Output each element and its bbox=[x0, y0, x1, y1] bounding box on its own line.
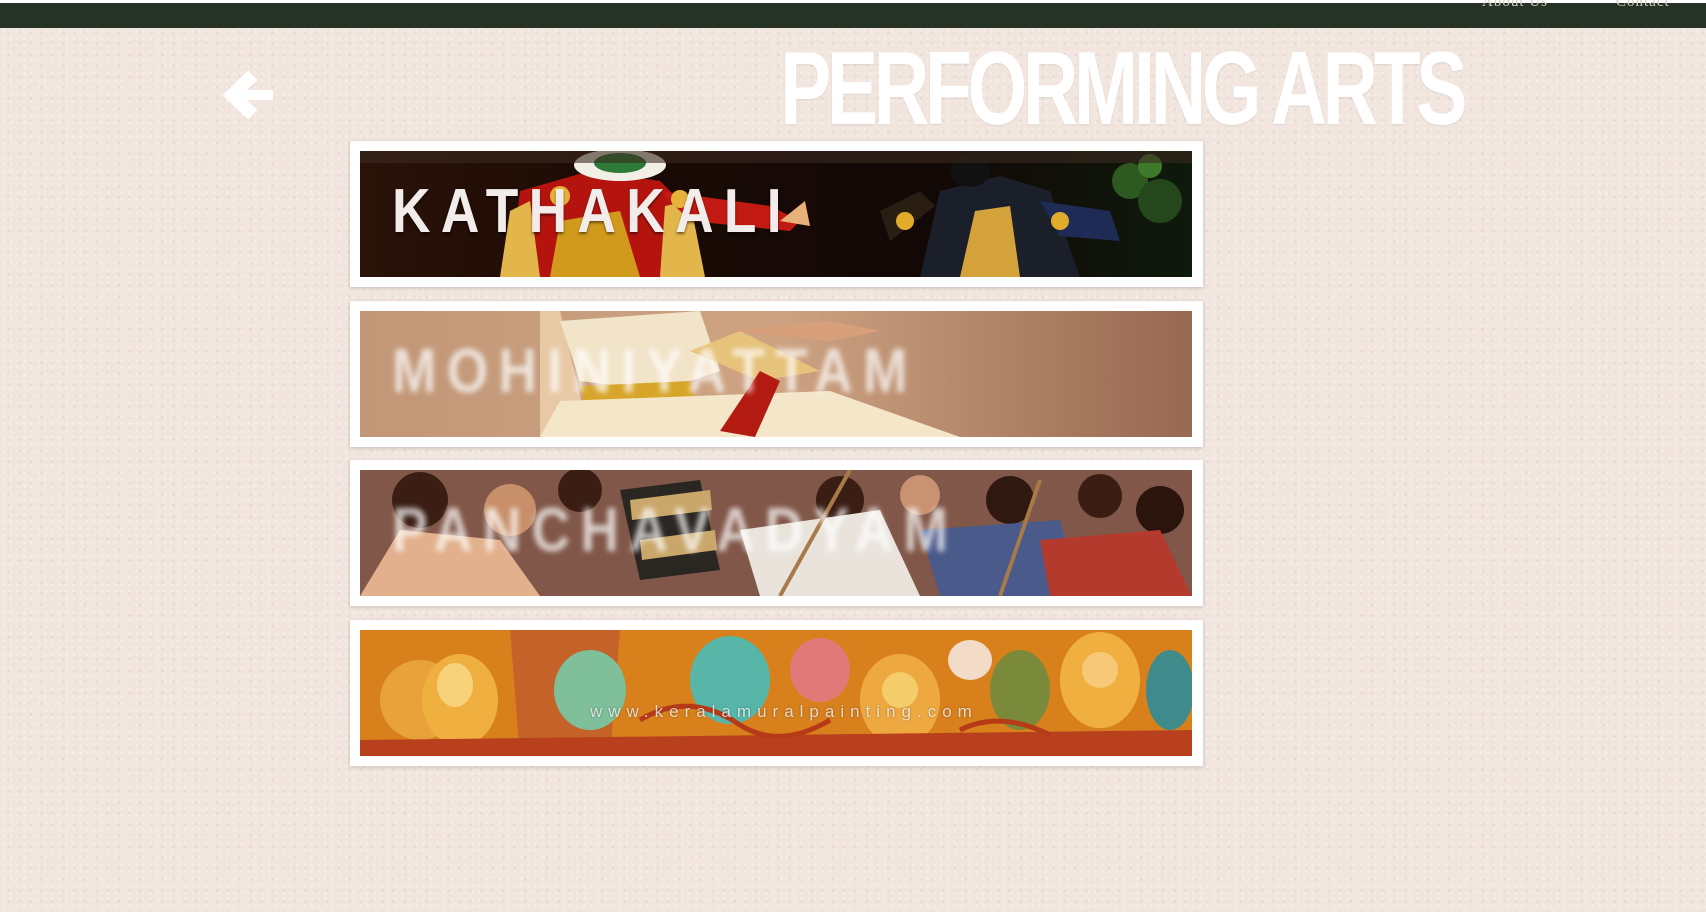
card-title-kathakali: KATHAKALI bbox=[392, 177, 792, 246]
mural-watermark: www.keralamuralpainting.com bbox=[590, 702, 978, 721]
mural-banner-image: www.keralamuralpainting.com bbox=[360, 630, 1192, 756]
card-mural-painting[interactable]: www.keralamuralpainting.com bbox=[350, 620, 1203, 766]
back-button[interactable] bbox=[218, 68, 278, 122]
card-panchavadyam[interactable]: PANCHAVADYAM bbox=[350, 460, 1203, 606]
panchavadyam-banner-image: PANCHAVADYAM bbox=[360, 470, 1192, 596]
mohiniyattam-banner-image: MOHINIYATTAM bbox=[360, 311, 1192, 437]
arrow-left-icon bbox=[223, 71, 273, 119]
kathakali-banner-image: KATHAKALI bbox=[360, 151, 1192, 277]
nav-link-contact[interactable]: Contact bbox=[1616, 0, 1670, 11]
card-kathakali[interactable]: KATHAKALI bbox=[350, 141, 1203, 287]
page-title: PERFORMING ARTS bbox=[780, 31, 1467, 147]
nav-link-about[interactable]: About Us bbox=[1482, 0, 1548, 11]
card-mohiniyattam[interactable]: MOHINIYATTAM bbox=[350, 301, 1203, 447]
top-nav-bar: About Us Contact bbox=[0, 0, 1706, 28]
card-title-panchavadyam: PANCHAVADYAM bbox=[392, 496, 959, 565]
card-title-mohiniyattam: MOHINIYATTAM bbox=[392, 337, 918, 406]
